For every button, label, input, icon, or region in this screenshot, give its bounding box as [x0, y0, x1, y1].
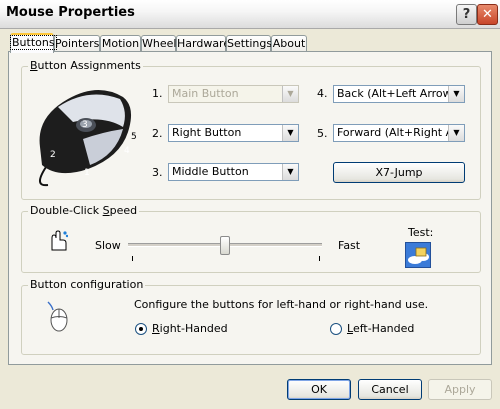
test-label: Test:	[408, 226, 434, 239]
test-area[interactable]	[405, 242, 431, 268]
chevron-down-icon: ▼	[282, 164, 298, 180]
left-handed-radio[interactable]	[330, 323, 342, 335]
assignment-1-select[interactable]: Main Button ▼	[168, 85, 299, 103]
title-bar: Mouse Properties ? ✕	[0, 0, 500, 29]
tab-settings[interactable]: Settings	[226, 35, 272, 52]
tab-wheel[interactable]: Wheel	[141, 35, 176, 52]
tab-buttons[interactable]: Buttons	[10, 33, 57, 53]
button-assignments-group: Button Assignments 3 2 1 4 5 1. Main But…	[21, 59, 481, 200]
mouse-label-1: 1	[84, 168, 90, 178]
left-handed-label[interactable]: Left-Handed	[347, 322, 414, 335]
speed-slider-thumb[interactable]	[220, 236, 230, 255]
tab-about[interactable]: About	[271, 35, 307, 52]
assignment-5-select[interactable]: Forward (Alt+Right Arrow) ▼	[333, 124, 465, 142]
assignment-1-number: 1.	[152, 87, 163, 100]
mouse-label-2: 2	[50, 150, 56, 160]
button-configuration-group: Button configuration Configure the butto…	[21, 278, 481, 355]
close-icon: ✕	[482, 7, 493, 22]
assignment-4-number: 4.	[317, 87, 328, 100]
assignment-3-select[interactable]: Middle Button ▼	[168, 163, 299, 181]
configure-description: Configure the buttons for left-hand or r…	[134, 298, 429, 311]
assignment-2-number: 2.	[152, 127, 163, 140]
folder-icon	[408, 247, 429, 264]
chevron-down-icon: ▼	[448, 125, 464, 141]
apply-button[interactable]: Apply	[428, 379, 492, 400]
window-title: Mouse Properties	[6, 5, 135, 20]
right-handed-label[interactable]: Right-Handed	[152, 322, 228, 335]
double-click-speed-group: Double-Click Speed Slow Fast Test:	[21, 204, 481, 273]
mouse-picture: 3 2 1 4 5	[39, 89, 137, 187]
mouse-label-3: 3	[82, 120, 88, 130]
assignment-3-number: 3.	[152, 166, 163, 179]
close-button[interactable]: ✕	[477, 4, 498, 25]
assignment-4-select[interactable]: Back (Alt+Left Arrow) ▼	[333, 85, 465, 103]
tab-panel: Button Assignments 3 2 1 4 5 1. Main But…	[8, 51, 492, 365]
help-icon: ?	[462, 7, 471, 22]
right-handed-radio[interactable]	[135, 323, 147, 335]
double-click-speed-title: Double-Click Speed	[28, 204, 140, 217]
assignment-2-select[interactable]: Right Button ▼	[168, 124, 299, 142]
slider-tick	[319, 256, 320, 261]
help-button[interactable]: ?	[456, 4, 477, 25]
pointer-hand-icon	[51, 230, 68, 251]
chevron-down-icon: ▼	[282, 125, 298, 141]
slow-label: Slow	[95, 239, 121, 252]
tab-motion[interactable]: Motion	[100, 35, 141, 52]
x7-jump-button[interactable]: X7-Jump	[333, 162, 465, 183]
mouse-label-4: 4	[124, 146, 130, 156]
mouse-label-5: 5	[131, 132, 137, 142]
fast-label: Fast	[338, 239, 361, 252]
button-assignments-title: Button Assignments	[28, 59, 143, 72]
tab-pointers[interactable]: Pointers	[54, 35, 100, 52]
slider-tick	[132, 256, 133, 261]
chevron-down-icon: ▼	[448, 86, 464, 102]
button-configuration-title: Button configuration	[28, 278, 146, 291]
cancel-button[interactable]: Cancel	[358, 379, 422, 400]
assignment-5-number: 5.	[317, 127, 328, 140]
mouse-icon	[47, 301, 68, 332]
ok-button[interactable]: OK	[287, 379, 351, 400]
chevron-down-icon: ▼	[282, 86, 298, 102]
tab-hardware[interactable]: Hardware	[176, 35, 230, 52]
